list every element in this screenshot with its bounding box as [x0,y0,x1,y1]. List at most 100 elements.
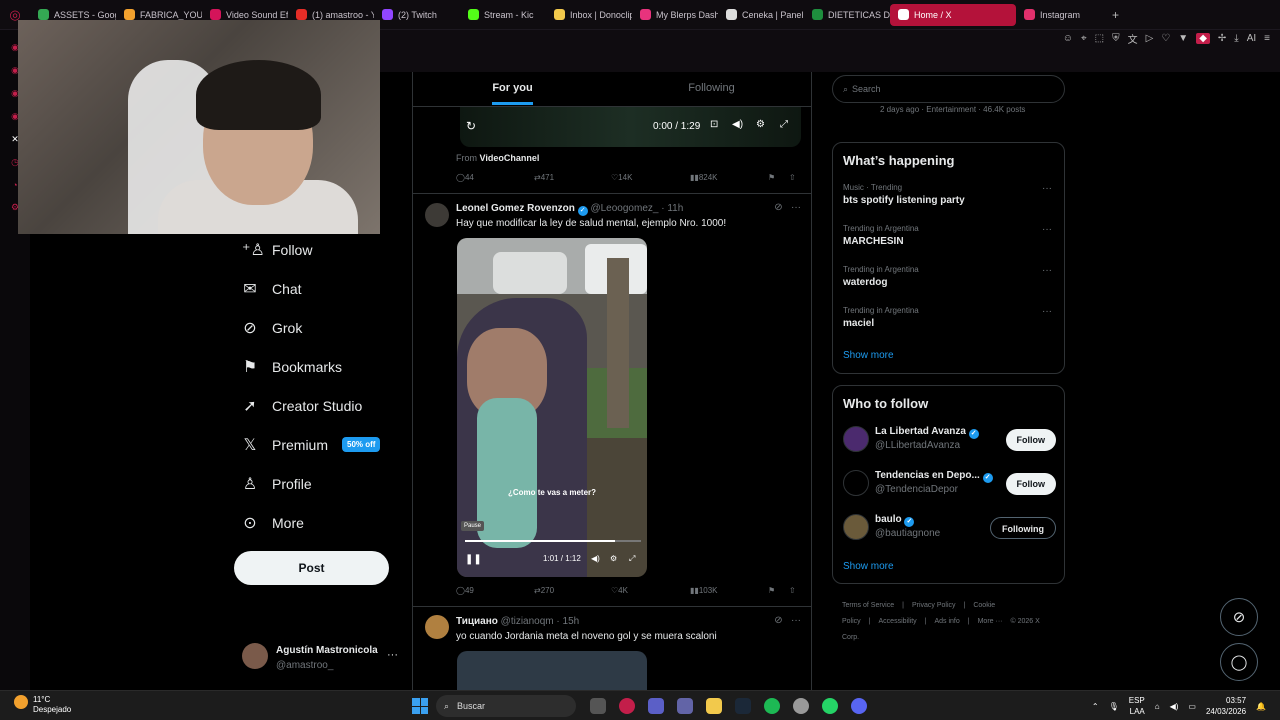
more-dots-icon[interactable]: ··· [1042,265,1052,276]
following-button[interactable]: Following [990,517,1056,539]
more-dots-icon[interactable]: ··· [1042,183,1052,194]
repost-button[interactable]: ⇄ 270 [534,586,554,595]
video-player[interactable]: ↻ 0:00 / 1:29 ⊡ ◀) ⚙ ⤢ [460,107,801,147]
follow-button[interactable]: Follow [1005,473,1056,495]
browser-tab[interactable]: My Blerps Dash [632,4,718,26]
grok-icon[interactable]: ⊘ [774,615,782,626]
avatar[interactable] [843,426,869,452]
chevron-up-icon[interactable]: ⌃ [1092,702,1099,711]
taskbar-search[interactable]: ⌕ Buscar [436,695,576,717]
search-input[interactable]: ⌕ Search [832,75,1065,103]
trend-meta[interactable]: 2 days ago · Entertainment · 46.4K posts [880,105,1025,114]
bookmark-icon[interactable]: ⚑ [768,173,775,182]
puzzle-icon[interactable]: ✢ [1218,33,1226,44]
browser-tab[interactable]: (2) Twitch [374,4,460,26]
browser-tab[interactable]: DIETETICAS DIS [804,4,890,26]
settings-icon[interactable]: ⚙ [756,119,765,130]
nav-item-grok[interactable]: ⊘ Grok [232,308,402,347]
notification-icon[interactable]: 🔔 [1256,702,1266,711]
like-button[interactable]: ♡ 4K [611,586,628,595]
pause-icon[interactable]: ❚❚ [465,554,482,565]
translate-icon[interactable]: 文 [1128,31,1138,46]
nav-item-creator-studio[interactable]: ➚ Creator Studio [232,386,402,425]
post-button[interactable]: Post [234,551,389,585]
ai-button[interactable]: AI [1247,33,1256,44]
account-switcher[interactable]: Agustín Mastronicola @amastroo_ ··· [242,643,402,673]
post-time[interactable]: · 11h [661,203,683,214]
more-dots-icon[interactable]: ··· [791,202,801,213]
video-channel-link[interactable]: VideoChannel [480,153,540,163]
video-progress[interactable] [465,540,641,542]
task-view-icon[interactable] [590,698,606,714]
snapshot-icon[interactable]: ⬚ [1095,33,1104,44]
footer-link[interactable]: Terms of Service [842,602,894,609]
settings-icon[interactable]: ⚙ [610,554,617,563]
suggested-account[interactable]: La Libertad Avanza ✓ @LLibertadAvanza Foll… [843,426,1056,456]
fullscreen-icon[interactable]: ⤢ [629,554,635,564]
new-tab-button[interactable]: + [1112,8,1119,22]
repost-button[interactable]: ⇄ 471 [534,173,554,182]
footer-link[interactable]: Privacy Policy [912,602,956,609]
trend-item[interactable]: Trending in Argentina maciel ··· [843,306,1056,336]
language-indicator[interactable]: ESP LAA [1129,695,1145,717]
grok-icon[interactable]: ⊘ [774,202,782,213]
heart-icon[interactable]: ♡ [1161,33,1170,44]
emoji-icon[interactable]: ☺ [1063,33,1073,44]
captions-icon[interactable]: ⊡ [710,119,718,130]
views-button[interactable]: ▮▮ 824K [690,173,718,182]
grok-fab-button[interactable]: ⊘ [1220,598,1258,636]
nav-item-chat[interactable]: ✉ Chat [232,269,402,308]
browser-tab[interactable]: Ceneka | Panel [718,4,804,26]
play-icon[interactable]: ▷ [1146,33,1154,44]
follow-button[interactable]: Follow [1005,429,1056,451]
file-explorer-icon[interactable] [706,698,722,714]
author-name[interactable]: Тициано [456,616,498,627]
filter-icon[interactable]: ▼ [1178,33,1188,44]
reply-button[interactable]: ◯ 44 [456,173,474,182]
volume-icon[interactable]: ◀) [591,554,600,563]
trend-item[interactable]: Trending in Argentina waterdog ··· [843,265,1056,295]
avatar[interactable] [843,470,869,496]
menu-icon[interactable]: ≡ [1264,33,1270,44]
like-button[interactable]: ♡ 14K [611,173,632,182]
tab-for-you[interactable]: For you [413,72,612,106]
volume-icon[interactable]: ◀) [1170,702,1179,711]
reply-button[interactable]: ◯ 49 [456,586,474,595]
browser-tab[interactable]: Stream - Kic [460,4,546,26]
views-button[interactable]: ▮▮ 103K [690,586,718,595]
download-icon[interactable]: ⤓ [1234,33,1238,44]
video-player[interactable]: ¿Como te vas a meter? Pause ❚❚ 1:01 / 1:… [457,238,647,577]
author-handle[interactable]: @tizianoqm [501,616,554,627]
start-button[interactable] [412,698,428,714]
avatar[interactable] [425,203,449,227]
battery-icon[interactable]: ▭ [1188,702,1196,711]
author-handle[interactable]: @Leoogomez_ [590,203,658,214]
nav-item-more[interactable]: ⊙ More [232,503,402,542]
suggested-account[interactable]: Tendencias en Depo... ✓ @TendenciaDepor Fo… [843,470,1056,500]
post-time[interactable]: · 15h [556,616,579,627]
microphone-icon[interactable]: 🎙 [1109,702,1119,711]
spotify-icon[interactable] [764,698,780,714]
network-icon[interactable]: ⌂ [1155,702,1160,711]
more-dots-icon[interactable]: ··· [1042,224,1052,235]
replay-icon[interactable]: ↻ [466,119,476,133]
bookmark-icon[interactable]: ⚑ [768,586,775,595]
browser-tab[interactable]: Instagram [1016,4,1102,26]
clock[interactable]: 03:57 24/03/2026 [1206,695,1246,717]
avatar[interactable] [425,615,449,639]
footer-link[interactable]: Accessibility [879,618,917,625]
chat-fab-button[interactable]: ◯ [1220,643,1258,681]
pin-icon[interactable]: ⌖ [1081,33,1087,44]
teams-chat-icon[interactable] [677,698,693,714]
discord-icon[interactable] [851,698,867,714]
trend-item[interactable]: Trending in Argentina MARCHESIN ··· [843,224,1056,254]
volume-icon[interactable]: ◀) [732,119,743,130]
more-dots-icon[interactable]: ··· [791,615,801,626]
show-more-link[interactable]: Show more [843,350,894,361]
nav-item-follow[interactable]: ⁺♙ Follow [232,230,402,269]
trend-item[interactable]: Music · Trending bts spotify listening pa… [843,183,1056,213]
browser-tab[interactable]: Home / X [890,3,1016,26]
nav-item-premium[interactable]: 𝕏 Premium 50% off [232,425,402,464]
fullscreen-icon[interactable]: ⤢ [780,119,788,130]
post-media[interactable] [457,651,647,690]
